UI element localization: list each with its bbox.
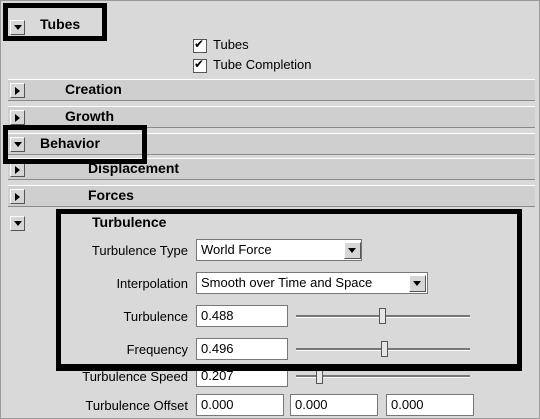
tube-completion-checkbox[interactable] bbox=[193, 57, 207, 73]
offset-x-value: 0.000 bbox=[201, 397, 234, 412]
turbulence-callout-box bbox=[56, 209, 522, 369]
turbulence-speed-label: Turbulence Speed bbox=[82, 369, 188, 384]
tubes-checkbox[interactable] bbox=[193, 37, 207, 53]
offset-y-value: 0.000 bbox=[295, 397, 328, 412]
turbulence-offset-z-field[interactable]: 0.000 bbox=[386, 394, 474, 416]
tubes-callout-box bbox=[3, 3, 107, 41]
displacement-expand-icon[interactable] bbox=[10, 162, 25, 177]
offset-z-value: 0.000 bbox=[391, 397, 424, 412]
creation-expand-icon[interactable] bbox=[10, 83, 25, 98]
turbulence-offset-y-field[interactable]: 0.000 bbox=[290, 394, 378, 416]
behavior-callout-box bbox=[3, 125, 147, 164]
forces-expand-icon[interactable] bbox=[10, 189, 25, 204]
growth-label: Growth bbox=[65, 108, 114, 124]
tube-completion-label: Tube Completion bbox=[213, 57, 312, 72]
turbulence-offset-x-field[interactable]: 0.000 bbox=[196, 394, 284, 416]
growth-expand-icon[interactable] bbox=[10, 110, 25, 125]
callout-bottom-bar bbox=[56, 364, 522, 371]
turbulence-offset-label: Turbulence Offset bbox=[85, 398, 188, 413]
tubes-checkbox-label: Tubes bbox=[213, 37, 249, 52]
creation-label: Creation bbox=[65, 81, 122, 97]
turbulence-collapse-icon[interactable] bbox=[10, 216, 25, 231]
forces-label: Forces bbox=[88, 187, 134, 203]
